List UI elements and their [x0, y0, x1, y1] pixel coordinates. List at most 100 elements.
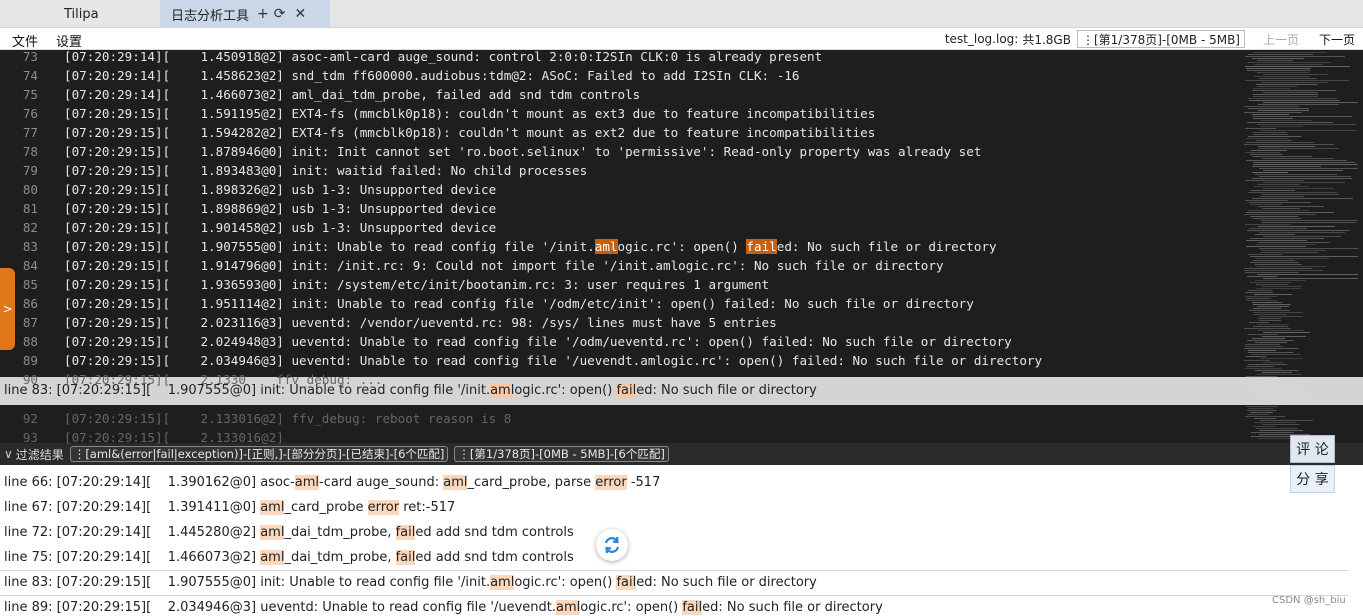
filter-page-chip[interactable]: ⋮[第1/378页]-[0MB - 5MB]-[6个匹配] — [454, 446, 669, 462]
log-line[interactable]: 93 [07:20:29:15][ 2.133016@2] — [0, 428, 1242, 447]
log-line[interactable]: 80 [07:20:29:15][ 1.898326@2] usb 1-3: Un… — [0, 180, 1242, 199]
minimap-line — [1252, 156, 1312, 157]
log-text: [07:20:29:15][ 1.901458@2] usb 1-3: Unsu… — [64, 220, 497, 235]
log-line[interactable]: 89 [07:20:29:15][ 2.034946@3] ueventd: Un… — [0, 351, 1242, 370]
minimap-line — [1256, 428, 1298, 429]
refresh-icon[interactable]: ⟳ — [274, 6, 286, 22]
sync-icon — [604, 536, 620, 554]
log-line[interactable]: 81 [07:20:29:15][ 1.898869@2] usb 1-3: Un… — [0, 199, 1242, 218]
minimap-line — [1248, 62, 1331, 63]
collapse-chevron-icon[interactable]: ∨ — [4, 447, 13, 461]
minimap-line — [1252, 172, 1288, 173]
minimap-line — [1254, 422, 1296, 423]
log-line[interactable]: 90 [07:20:29:15][ 2.1330 ffv_debug: ... — [0, 370, 1242, 389]
minimap-line — [1256, 258, 1329, 259]
share-button[interactable]: 分 享 — [1290, 465, 1335, 493]
minimap-line — [1244, 268, 1312, 269]
log-line[interactable]: 88 [07:20:29:15][ 2.024948@3] ueventd: Un… — [0, 332, 1242, 351]
minimap-line — [1262, 194, 1339, 195]
match-highlight: fail — [616, 575, 637, 590]
minimap-line — [1259, 320, 1281, 321]
line-number: 79 — [22, 163, 38, 178]
minimap-line — [1263, 236, 1341, 237]
tab-log-analyzer-label: 日志分析工具 — [171, 8, 250, 24]
minimap-line — [1248, 364, 1287, 365]
minimap-line — [1246, 212, 1334, 213]
menu-file[interactable]: 文件 — [12, 31, 38, 50]
result-text: line 83: [07:20:29:15][ 1.907555@0] init… — [4, 575, 491, 590]
minimap-line — [1247, 122, 1333, 123]
log-line[interactable]: 82 [07:20:29:15][ 1.901458@2] usb 1-3: Un… — [0, 218, 1242, 237]
minimap-line — [1244, 348, 1298, 349]
side-panel-toggle[interactable]: > — [0, 268, 15, 350]
minimap-line — [1262, 336, 1306, 337]
line-number: 82 — [22, 220, 38, 235]
filter-query-chip[interactable]: ⋮[aml&(error|fail|exception)]-[正则,]-[部分分… — [69, 446, 449, 462]
minimap-line — [1246, 406, 1278, 407]
log-line[interactable]: 86 [07:20:29:15][ 1.951114@2] init: Unabl… — [0, 294, 1242, 313]
line-number: 75 — [22, 87, 38, 102]
tab-log-analyzer[interactable]: 日志分析工具 + ⟳ ✕ — [160, 0, 330, 28]
log-text: [07:20:29:15][ 2.024948@3] ueventd: Unab… — [64, 334, 1012, 349]
close-icon[interactable]: ✕ — [294, 6, 306, 22]
minimap-line — [1245, 200, 1288, 201]
minimap-line — [1248, 408, 1273, 409]
filter-result-row[interactable]: line 83: [07:20:29:15][ 1.907555@0] init… — [0, 570, 1363, 595]
log-line[interactable]: 84 [07:20:29:15][ 1.914796@0] init: /init… — [0, 256, 1242, 275]
page-selector[interactable]: ⋮[第1/378页]-[0MB - 5MB] — [1076, 30, 1245, 48]
log-line[interactable]: 75 [07:20:29:14][ 1.466073@2] aml_dai_tdm… — [0, 85, 1242, 104]
minimap-line — [1247, 276, 1277, 277]
filter-result-row[interactable]: line 72: [07:20:29:14][ 1.445280@2] aml_… — [0, 520, 1363, 545]
minimap-line — [1248, 136, 1301, 137]
tab-tilipa-label: Tilipa — [64, 6, 99, 22]
result-text: line 72: [07:20:29:14][ 1.445280@2] — [4, 525, 261, 540]
log-text: [07:20:29:15][ 1.591195@2] EXT4-fs (mmcb… — [64, 106, 876, 121]
minimap-line — [1246, 356, 1266, 357]
minimap-line — [1251, 432, 1294, 433]
tab-tilipa[interactable]: Tilipa — [0, 0, 158, 28]
minimap-line — [1261, 252, 1318, 253]
log-line[interactable]: 79 [07:20:29:15][ 1.893483@0] init: waiti… — [0, 161, 1242, 180]
minimap-line — [1245, 272, 1299, 273]
result-text: line 67: [07:20:29:14][ 1.391411@0] — [4, 500, 261, 515]
filter-result-row[interactable]: line 67: [07:20:29:14][ 1.391411@0] aml_… — [0, 495, 1363, 520]
match-highlight: aml — [594, 239, 618, 254]
log-line[interactable]: 87 [07:20:29:15][ 2.023116@3] ueventd: /v… — [0, 313, 1242, 332]
filter-result-row[interactable]: line 89: [07:20:29:15][ 2.034946@3] ueve… — [0, 595, 1363, 616]
minimap-line — [1253, 260, 1295, 261]
log-line[interactable]: 83 [07:20:29:15][ 1.907555@0] init: Unabl… — [0, 237, 1242, 256]
log-line[interactable]: 73 [07:20:29:14][ 1.450918@2] asoc-aml-ca… — [0, 50, 1242, 66]
new-tab-icon[interactable]: + — [257, 6, 269, 22]
minimap-line — [1245, 224, 1291, 225]
minimap-line — [1253, 134, 1288, 135]
prev-page-button[interactable]: 上一页 — [1261, 31, 1301, 48]
log-line[interactable]: 77 [07:20:29:15][ 1.594282@2] EXT4-fs (mm… — [0, 123, 1242, 142]
minimap-line — [1253, 314, 1287, 315]
result-text: ogic.rc': open() — [580, 600, 683, 615]
comment-button[interactable]: 评 论 — [1290, 435, 1335, 463]
match-highlight: fail — [395, 525, 416, 540]
next-page-button[interactable]: 下一页 — [1317, 31, 1357, 48]
minimap-line — [1246, 160, 1347, 161]
log-line[interactable]: 85 [07:20:29:15][ 1.936593@0] init: /syst… — [0, 275, 1242, 294]
filter-result-row[interactable]: line 66: [07:20:29:14][ 1.390162@0] asoc… — [0, 470, 1363, 495]
minimap-line — [1256, 140, 1292, 141]
minimap-line — [1263, 182, 1345, 183]
minimap-line — [1248, 290, 1272, 291]
log-line[interactable]: 78 [07:20:29:15][ 1.878946@0] init: Init … — [0, 142, 1242, 161]
log-line[interactable]: 76 [07:20:29:15][ 1.591195@2] EXT4-fs (mm… — [0, 104, 1242, 123]
match-highlight: aml — [260, 525, 285, 540]
minimap-line — [1245, 180, 1304, 181]
log-line[interactable]: 92 [07:20:29:15][ 2.133016@2] ffv_debug: … — [0, 409, 1242, 428]
log-line[interactable]: 74 [07:20:29:14][ 1.458623@2] snd_tdm ff6… — [0, 66, 1242, 85]
match-highlight: error — [595, 475, 627, 490]
minimap-line — [1249, 202, 1311, 203]
menu-settings[interactable]: 设置 — [56, 31, 82, 50]
minimap-line — [1258, 148, 1339, 149]
minimap-line — [1246, 142, 1314, 143]
minimap-line — [1247, 230, 1350, 231]
minimap-line — [1259, 248, 1358, 249]
minimap-line — [1255, 280, 1306, 281]
sync-scroll-button[interactable] — [596, 529, 628, 561]
filter-result-row[interactable]: line 75: [07:20:29:14][ 1.466073@2] aml_… — [0, 545, 1363, 570]
